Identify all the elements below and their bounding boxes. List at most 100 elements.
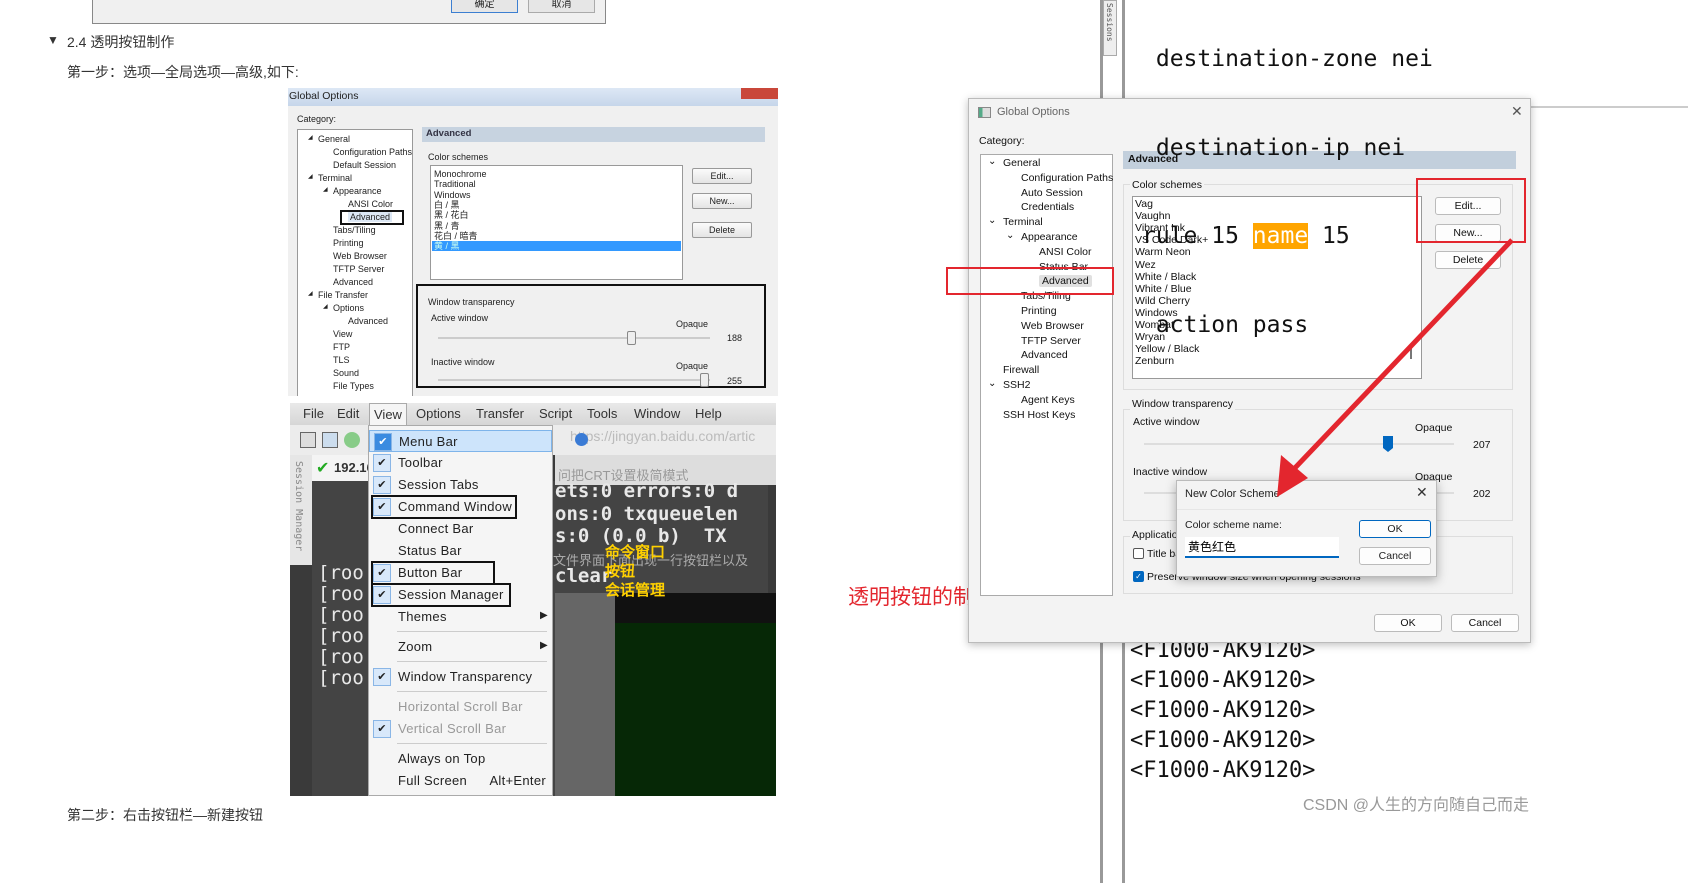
active-slider-thumb[interactable] xyxy=(627,331,636,345)
ok-button[interactable]: 确定 xyxy=(451,0,518,13)
new-button[interactable]: New... xyxy=(692,193,752,209)
menu-item[interactable]: ✔ Button Bar xyxy=(369,561,552,585)
tree-item[interactable]: General xyxy=(1003,157,1040,169)
cancel-button[interactable]: Cancel xyxy=(1359,547,1431,565)
tree-item[interactable]: ANSI Color xyxy=(1039,246,1092,258)
color-scheme-item[interactable]: 白 / 黑 xyxy=(432,200,681,210)
chevron-down-icon[interactable]: ⌄ xyxy=(988,378,996,389)
toolbar-icon[interactable] xyxy=(322,432,338,448)
tree-item[interactable]: General xyxy=(318,134,350,144)
tree-item[interactable]: Terminal xyxy=(318,173,352,183)
tree-item[interactable]: SSH Host Keys xyxy=(1003,409,1075,421)
tree-item[interactable]: View xyxy=(333,329,352,339)
toolbar-icon[interactable] xyxy=(344,432,360,448)
color-scheme-item[interactable]: 黑 / 花白 xyxy=(432,210,681,220)
menu-view[interactable]: View xyxy=(369,403,407,425)
tree-item[interactable]: ANSI Color xyxy=(348,199,393,209)
close-icon[interactable]: ✕ xyxy=(1416,484,1428,501)
menu-item[interactable]: ✔ Session Manager xyxy=(369,583,552,607)
menu-item[interactable]: Status Bar xyxy=(369,540,552,562)
tree-item[interactable]: Printing xyxy=(333,238,364,248)
menu-item[interactable]: Themes ▶ xyxy=(369,606,552,628)
color-scheme-item[interactable]: Monochrome xyxy=(432,169,681,179)
expand-arrow-icon[interactable]: ◢ xyxy=(308,290,313,297)
close-icon[interactable]: ✕ xyxy=(1511,103,1523,120)
title-bar-checkbox[interactable] xyxy=(1133,548,1144,559)
delete-button[interactable]: Delete xyxy=(1435,251,1501,269)
color-scheme-item[interactable]: 黑 / 青 xyxy=(432,221,681,231)
help-icon[interactable] xyxy=(575,433,588,446)
tree-item[interactable]: SSH2 xyxy=(1003,379,1030,391)
tree-item[interactable]: Sound xyxy=(333,368,359,378)
menu-item[interactable]: ✔ Command Window xyxy=(369,495,552,519)
menu-item[interactable]: ✔ Session Tabs xyxy=(369,474,552,496)
chevron-down-icon[interactable]: ⌄ xyxy=(988,156,996,167)
session-tab[interactable]: ✔ 192.16 xyxy=(312,455,374,481)
menu-item[interactable]: Zoom ▶ xyxy=(369,636,552,658)
close-icon[interactable] xyxy=(741,88,778,99)
inactive-slider-track[interactable] xyxy=(438,379,710,381)
tree-item[interactable]: Agent Keys xyxy=(1021,394,1075,406)
active-slider-track[interactable] xyxy=(438,337,710,339)
expand-arrow-icon[interactable]: ◢ xyxy=(308,134,313,141)
expand-arrow-icon[interactable]: ◢ xyxy=(323,186,328,193)
tree-item[interactable]: Advanced xyxy=(333,277,373,287)
toolbar-icon[interactable] xyxy=(300,432,316,448)
expand-arrow-icon[interactable]: ◢ xyxy=(323,303,328,310)
tree-item[interactable]: TFTP Server xyxy=(1021,335,1081,347)
tree-item[interactable]: Web Browser xyxy=(333,251,387,261)
ok-button[interactable]: OK xyxy=(1359,520,1431,538)
active-slider-track[interactable] xyxy=(1144,443,1454,445)
tree-item[interactable]: Advanced xyxy=(348,316,388,326)
tree-item[interactable]: TLS xyxy=(333,355,350,365)
cancel-button[interactable]: Cancel xyxy=(1451,614,1519,632)
inactive-slider-thumb[interactable] xyxy=(700,373,709,387)
tree-item[interactable]: Default Session xyxy=(333,160,396,170)
color-scheme-item[interactable]: 花白 / 暗青 xyxy=(432,231,681,241)
menu-item[interactable]: ✔ Vertical Scroll Bar xyxy=(369,718,552,740)
tree-item[interactable]: Web Browser xyxy=(1021,320,1084,332)
menu-transfer[interactable]: Transfer xyxy=(476,406,524,421)
menu-item[interactable]: ✔ Menu Bar xyxy=(369,430,552,452)
chevron-down-icon[interactable]: ⌄ xyxy=(988,215,996,226)
tree-item[interactable]: Terminal xyxy=(1003,216,1043,228)
tree-item[interactable]: Credentials xyxy=(1021,201,1074,213)
menu-item[interactable]: ✔ Window Transparency xyxy=(369,666,552,688)
category-tree[interactable]: ◢ General Configuration Paths Default Sessi… xyxy=(297,129,413,396)
menu-item[interactable]: Always on Top xyxy=(369,748,552,770)
tree-item[interactable]: Appearance xyxy=(1021,231,1078,243)
menu-window[interactable]: Window xyxy=(634,406,680,421)
menu-script[interactable]: Script xyxy=(539,406,572,421)
sessions-tab[interactable]: Sessions xyxy=(1103,0,1117,56)
menu-options[interactable]: Options xyxy=(416,406,461,421)
color-scheme-item[interactable]: 黄 / 黑 xyxy=(432,241,681,252)
menu-item[interactable]: Full Screen Alt+Enter xyxy=(369,770,552,792)
collapse-toggle-icon[interactable]: ▼ xyxy=(47,33,59,47)
preserve-checkbox[interactable]: ✓ xyxy=(1133,571,1144,582)
menu-edit[interactable]: Edit xyxy=(337,406,359,421)
tree-item[interactable]: Appearance xyxy=(333,186,382,196)
chevron-down-icon[interactable]: ⌄ xyxy=(1006,230,1014,241)
tree-item[interactable]: Tabs/Tiling xyxy=(333,225,376,235)
tree-item[interactable]: Options xyxy=(333,303,364,313)
tree-item[interactable]: Printing xyxy=(1021,305,1057,317)
tree-item[interactable]: File Transfer xyxy=(318,290,368,300)
session-manager-tab[interactable]: Session Manager xyxy=(290,455,312,565)
category-tree[interactable]: ⌄ General Configuration Paths Auto Session C… xyxy=(980,154,1113,596)
menu-help[interactable]: Help xyxy=(695,406,722,421)
color-scheme-item[interactable]: Windows xyxy=(432,190,681,200)
tree-item[interactable]: FTP xyxy=(333,342,350,352)
tree-item[interactable]: TFTP Server xyxy=(333,264,384,274)
tree-item[interactable]: Configuration Paths xyxy=(333,147,412,157)
cancel-button[interactable]: 取消 xyxy=(528,0,595,13)
tree-item[interactable]: File Types xyxy=(333,381,374,391)
tree-item[interactable]: Advanced xyxy=(1021,349,1068,361)
expand-arrow-icon[interactable]: ◢ xyxy=(308,173,313,180)
color-schemes-list[interactable]: Monochrome Traditional Windows 白 / 黑黑 / 花白黑… xyxy=(430,165,683,280)
color-scheme-item[interactable]: Traditional xyxy=(432,179,681,189)
menu-file[interactable]: File xyxy=(303,406,324,421)
menu-tools[interactable]: Tools xyxy=(587,406,617,421)
delete-button[interactable]: Delete xyxy=(692,222,752,238)
color-scheme-name-input[interactable] xyxy=(1185,537,1339,558)
ok-button[interactable]: OK xyxy=(1374,614,1442,632)
